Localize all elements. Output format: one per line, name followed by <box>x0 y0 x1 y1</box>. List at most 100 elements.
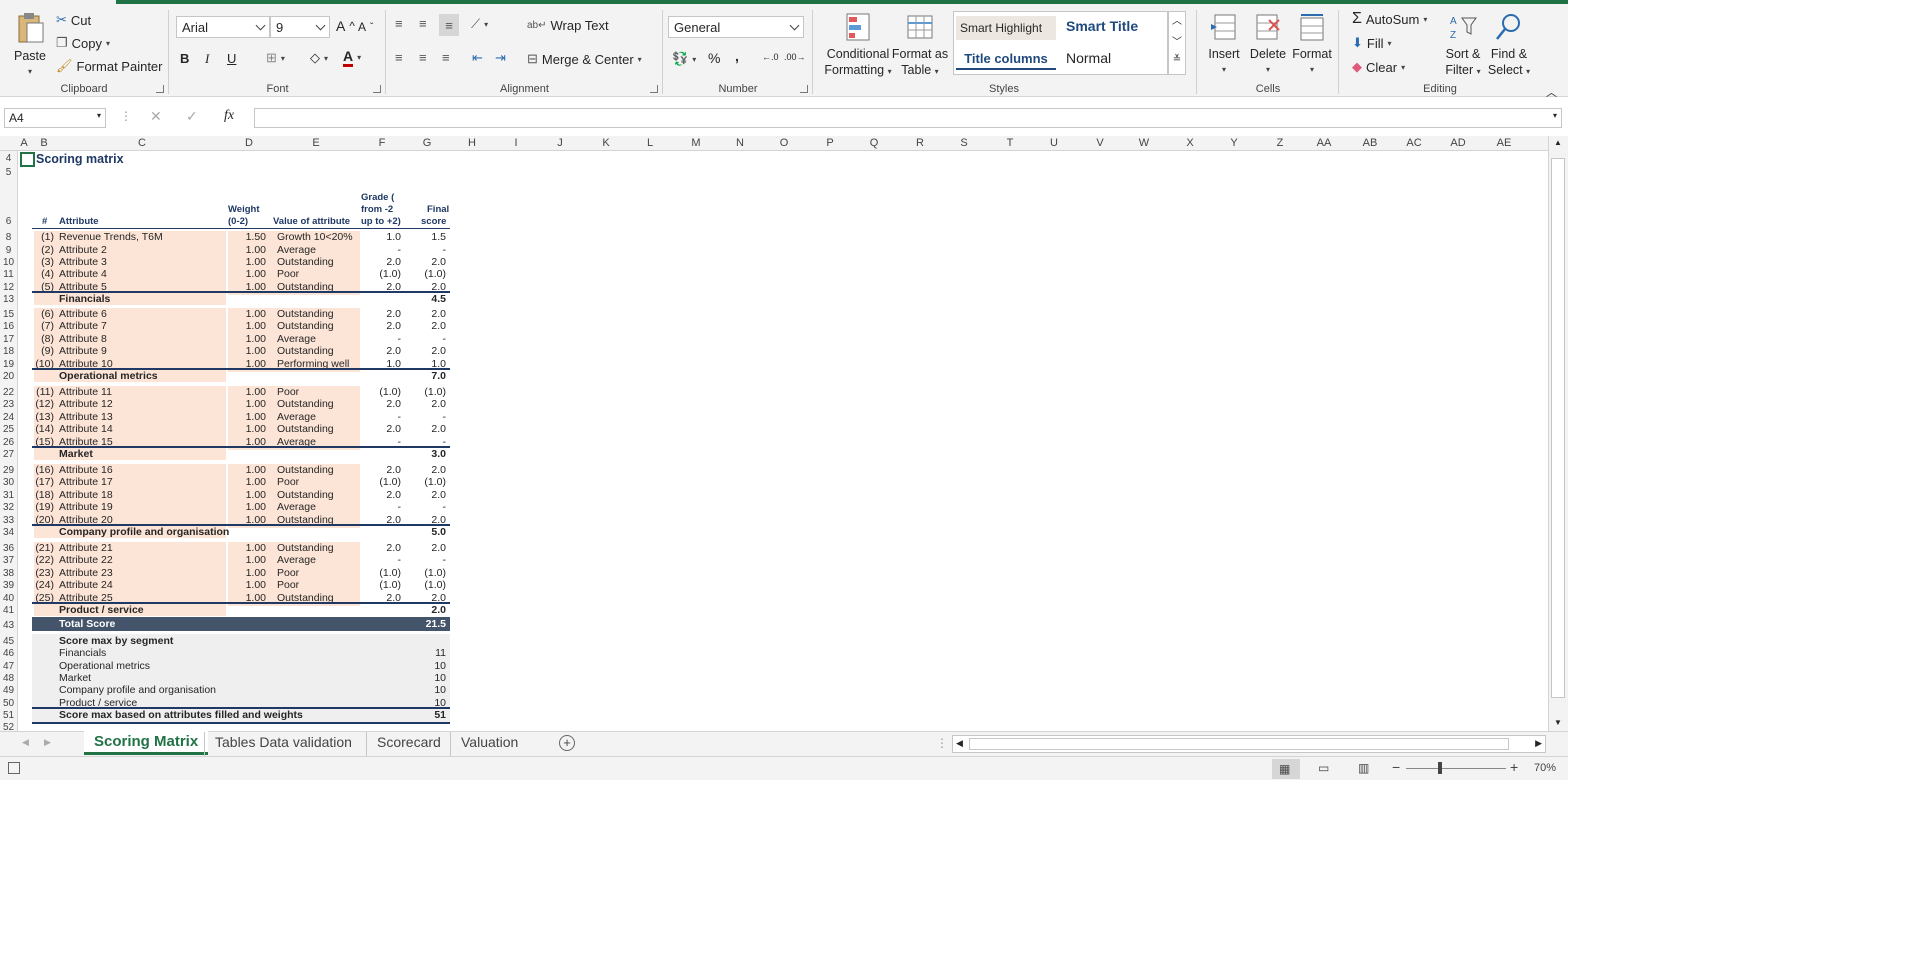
borders-button[interactable]: ⊞ ▾ <box>266 50 285 66</box>
percent-button[interactable]: % <box>708 50 720 66</box>
column-header[interactable]: R <box>898 137 942 149</box>
fill-color-button[interactable]: ◇ ▾ <box>310 50 328 66</box>
row-header[interactable]: 6 <box>0 216 17 227</box>
row-header[interactable]: 5 <box>0 167 17 178</box>
row-header[interactable]: 50 <box>0 698 17 709</box>
row-header[interactable]: 11 <box>0 269 17 280</box>
font-size-dropdown[interactable]: 9 <box>270 16 330 38</box>
expand-formula-icon[interactable]: ▾ <box>1553 111 1557 120</box>
number-format-dropdown[interactable]: General <box>668 16 804 38</box>
scroll-right-icon[interactable]: ▶ <box>1535 738 1542 749</box>
paste-button[interactable]: Paste ▾ <box>10 10 50 80</box>
row-header[interactable]: 18 <box>0 346 17 357</box>
scroll-thumb[interactable] <box>1551 158 1565 698</box>
add-sheet-icon[interactable]: + <box>559 735 575 751</box>
align-top-button[interactable]: ≡ <box>395 16 403 31</box>
row-header[interactable]: 22 <box>0 387 17 398</box>
decrease-decimal-button[interactable]: .00→ <box>784 52 806 62</box>
align-right-button[interactable]: ≡ <box>442 50 450 65</box>
macro-record-icon[interactable] <box>8 762 20 774</box>
row-header[interactable]: 30 <box>0 477 17 488</box>
number-launcher-icon[interactable] <box>800 85 808 93</box>
delete-button[interactable]: Delete ▾ <box>1246 12 1290 78</box>
row-header[interactable]: 9 <box>0 245 17 256</box>
insert-button[interactable]: Insert ▾ <box>1204 12 1244 78</box>
column-header[interactable]: K <box>584 137 628 149</box>
row-header[interactable]: 8 <box>0 232 17 243</box>
font-name-dropdown[interactable]: Arial <box>176 16 270 38</box>
page-layout-icon[interactable]: ▭ <box>1318 761 1329 775</box>
zoom-level[interactable]: 70% <box>1534 762 1556 774</box>
column-header[interactable]: N <box>718 137 762 149</box>
row-header[interactable]: 17 <box>0 334 17 345</box>
row-header[interactable]: 25 <box>0 424 17 435</box>
orientation-button[interactable]: ⟋ ▾ <box>471 16 488 32</box>
row-header[interactable]: 34 <box>0 527 17 538</box>
more-styles-icon[interactable]: ≚ <box>1169 54 1185 74</box>
column-header[interactable]: A <box>18 137 30 149</box>
conditional-formatting-button[interactable]: Conditional Formatting ▾ <box>820 12 896 80</box>
column-header[interactable]: AE <box>1482 137 1526 149</box>
fill-button[interactable]: ⬇ Fill ▾ <box>1352 35 1392 51</box>
vertical-scrollbar[interactable]: ▲ ▼ <box>1548 136 1568 731</box>
increase-indent-button[interactable]: ⇥ <box>495 50 506 66</box>
alignment-launcher-icon[interactable] <box>650 85 658 93</box>
bold-button[interactable]: B <box>180 51 189 66</box>
column-header[interactable]: AD <box>1436 137 1480 149</box>
row-header[interactable]: 39 <box>0 580 17 591</box>
row-header[interactable]: 45 <box>0 636 17 647</box>
row-header[interactable]: 40 <box>0 593 17 604</box>
row-header[interactable]: 46 <box>0 648 17 659</box>
italic-button[interactable]: I <box>205 51 209 67</box>
autosum-button[interactable]: Σ AutoSum ▾ <box>1352 10 1427 28</box>
row-header[interactable]: 12 <box>0 282 17 293</box>
column-header[interactable]: L <box>628 137 672 149</box>
align-middle-button[interactable]: ≡ <box>419 16 427 31</box>
column-header[interactable]: C <box>58 137 226 149</box>
column-header[interactable]: M <box>674 137 718 149</box>
row-header[interactable]: 20 <box>0 371 17 382</box>
style-smart-highlight[interactable]: Smart Highlight <box>956 16 1056 40</box>
column-header[interactable]: Q <box>852 137 896 149</box>
cancel-icon[interactable]: ✕ <box>150 108 162 125</box>
column-header[interactable]: AB <box>1348 137 1392 149</box>
active-cell-a4[interactable] <box>20 152 35 167</box>
column-header[interactable]: G <box>404 137 450 149</box>
normal-view-button[interactable]: ▦ <box>1272 759 1300 779</box>
row-header[interactable]: 32 <box>0 502 17 513</box>
column-header[interactable]: Z <box>1258 137 1302 149</box>
row-header[interactable]: 10 <box>0 257 17 268</box>
style-smart-title[interactable]: Smart Title <box>1066 18 1138 34</box>
row-header[interactable]: 27 <box>0 449 17 460</box>
row-header[interactable]: 37 <box>0 555 17 566</box>
column-header[interactable]: P <box>808 137 852 149</box>
clear-button[interactable]: ◆ Clear ▾ <box>1352 59 1405 75</box>
row-header[interactable]: 48 <box>0 673 17 684</box>
row-header[interactable]: 15 <box>0 309 17 320</box>
row-header[interactable]: 33 <box>0 515 17 526</box>
tab-prev-icon[interactable]: ◀ <box>22 737 29 748</box>
column-header[interactable]: V <box>1078 137 1122 149</box>
scroll-up-icon[interactable]: ▲ <box>1554 138 1562 147</box>
row-header[interactable]: 43 <box>0 620 17 631</box>
column-header[interactable]: F <box>360 137 404 149</box>
zoom-out-icon[interactable]: − <box>1392 759 1400 775</box>
row-header[interactable]: 36 <box>0 543 17 554</box>
row-header[interactable]: 31 <box>0 490 17 501</box>
worksheet-grid[interactable]: Scoring matrix Weight (0-2) Grade (from -2… <box>18 151 1548 731</box>
row-header[interactable]: 51 <box>0 710 17 721</box>
column-header[interactable]: E <box>272 137 360 149</box>
scroll-down-icon[interactable]: ▼ <box>1554 718 1562 727</box>
column-header[interactable]: H <box>450 137 494 149</box>
column-header[interactable]: AA <box>1302 137 1346 149</box>
wrap-text-button[interactable]: ab↵ Wrap Text <box>527 18 609 33</box>
column-header[interactable]: T <box>988 137 1032 149</box>
format-button[interactable]: Format ▾ <box>1290 12 1334 78</box>
scroll-left-icon[interactable]: ◀ <box>956 738 963 749</box>
row-header[interactable]: 23 <box>0 399 17 410</box>
row-header[interactable]: 29 <box>0 465 17 476</box>
format-painter-button[interactable]: 🖌 Format Painter <box>56 58 163 74</box>
zoom-slider[interactable] <box>1406 768 1506 769</box>
column-header[interactable]: X <box>1168 137 1212 149</box>
row-header[interactable]: 24 <box>0 412 17 423</box>
